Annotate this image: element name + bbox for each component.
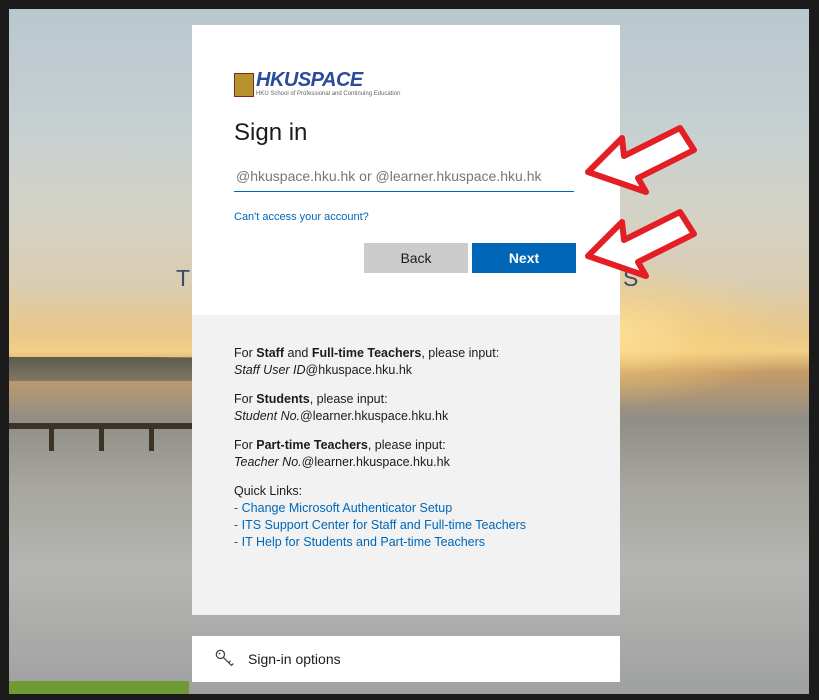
university-crest-icon <box>234 73 254 97</box>
staff-suffix: , please input: <box>421 346 500 360</box>
fulltime-teachers-label: Full-time Teachers <box>311 346 422 360</box>
parttime-domain: @learner.hkuspace.hku.hk <box>301 455 450 469</box>
students-label: Students <box>256 392 310 406</box>
key-icon <box>215 649 234 667</box>
pier-post <box>99 423 104 451</box>
quick-link-its-support[interactable]: - ITS Support Center for Staff and Full-… <box>234 517 604 534</box>
staff-and: and <box>284 346 312 360</box>
quick-link-authenticator[interactable]: - Change Microsoft Authenticator Setup <box>234 500 604 517</box>
arrow-annotation-next <box>585 209 697 279</box>
next-button[interactable]: Next <box>472 243 576 273</box>
hkuspace-logo: HKUSPACE HKU School of Professional and … <box>234 69 400 103</box>
logo-subtitle: HKU School of Professional and Continuin… <box>256 91 401 97</box>
page-title: Sign in <box>234 119 308 146</box>
student-suffix: , please input: <box>309 392 388 406</box>
staff-prefix: For <box>234 346 257 360</box>
parttime-teachers-label: Part-time Teachers <box>256 438 368 452</box>
background-text-left: T <box>176 265 191 291</box>
parttime-instruction: For Part-time Teachers, please input: Te… <box>234 437 604 471</box>
signin-form-section: HKUSPACE HKU School of Professional and … <box>192 25 620 315</box>
quick-link-it-help[interactable]: - IT Help for Students and Part-time Tea… <box>234 534 604 551</box>
signin-options-button[interactable]: Sign-in options <box>192 636 620 682</box>
arrow-annotation-email <box>585 125 697 195</box>
instructions-text: For Staff and Full-time Teachers, please… <box>234 345 604 551</box>
pier-post <box>49 423 54 451</box>
staff-instruction: For Staff and Full-time Teachers, please… <box>234 345 604 379</box>
student-domain: @learner.hkuspace.hku.hk <box>300 409 449 423</box>
parttime-suffix: , please input: <box>367 438 446 452</box>
staff-id-format: Staff User ID <box>234 363 306 377</box>
signin-options-label: Sign-in options <box>248 651 341 667</box>
email-input[interactable] <box>234 161 574 192</box>
quick-links-title: Quick Links: <box>234 484 303 498</box>
staff-label: Staff <box>256 346 285 360</box>
staff-domain: @hkuspace.hku.hk <box>305 363 413 377</box>
logo-wordmark: HKUSPACE <box>256 69 363 91</box>
quick-links: Quick Links: - Change Microsoft Authenti… <box>234 483 604 551</box>
background-grass <box>9 681 189 694</box>
pier-post <box>149 423 154 451</box>
cant-access-link[interactable]: Can't access your account? <box>234 211 369 223</box>
student-id-format: Student No. <box>234 409 301 423</box>
signin-card: HKUSPACE HKU School of Professional and … <box>192 25 620 615</box>
parttime-prefix: For <box>234 438 257 452</box>
student-instruction: For Students, please input: Student No.@… <box>234 391 604 425</box>
teacher-id-format: Teacher No. <box>234 455 302 469</box>
back-button[interactable]: Back <box>364 243 468 273</box>
student-prefix: For <box>234 392 257 406</box>
background-pier <box>9 423 209 429</box>
